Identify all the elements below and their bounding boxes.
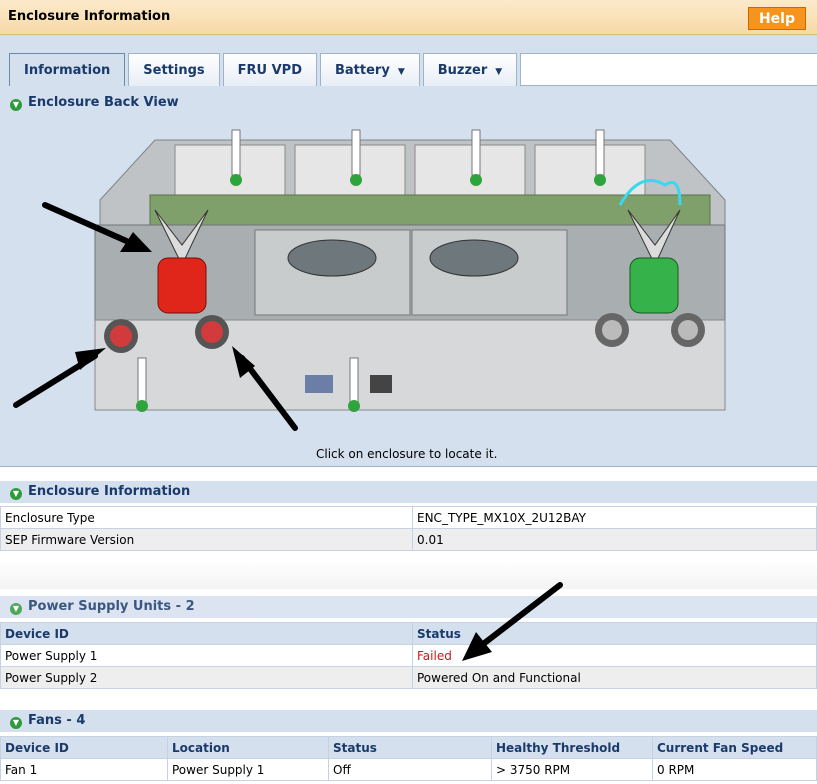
section-header-fans: ▼ Fans - 4 <box>0 710 817 732</box>
fans-table: Device ID Location Status Healthy Thresh… <box>0 736 817 781</box>
table-header-row: Device ID Location Status Healthy Thresh… <box>0 736 817 759</box>
annotation-arrow <box>462 582 563 661</box>
collapse-icon[interactable]: ▼ <box>10 717 22 729</box>
table-row: Fan 1 Power Supply 1 Off > 3750 RPM 0 RP… <box>0 758 817 781</box>
